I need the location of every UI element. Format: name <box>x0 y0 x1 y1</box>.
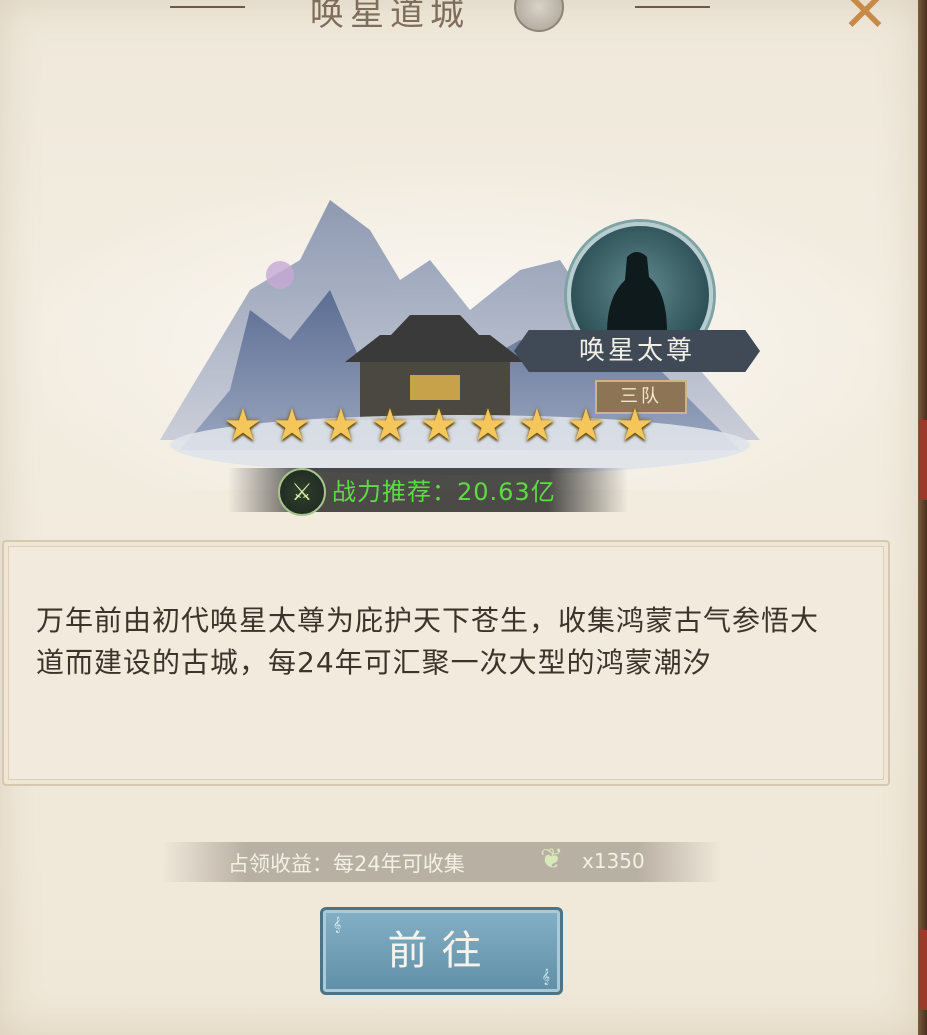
star-icon: ★ <box>370 400 410 451</box>
star-icon: ★ <box>517 400 557 451</box>
go-button-label: 前往 <box>387 928 496 974</box>
reward-amount: x1350 <box>582 849 645 873</box>
title-ornament-right <box>635 6 710 8</box>
edge-decoration <box>919 420 927 500</box>
title-emblem-icon <box>514 0 564 32</box>
reward-label: 占领收益：每24年可收集 <box>228 852 465 876</box>
close-button[interactable]: ✕ <box>835 0 895 41</box>
background-edge <box>918 0 927 1035</box>
star-icon: ★ <box>223 400 263 451</box>
herb-leaf-icon: ❦ <box>540 842 564 875</box>
description-text: 万年前由初代唤星太尊为庇护天下苍生，收集鸿蒙古气参悟大道而建设的古城，每24年可… <box>36 604 820 679</box>
dialog-title: 唤星道城 <box>310 0 470 34</box>
power-recommend-text: 战力推荐：20.63亿 <box>332 478 556 506</box>
star-icon: ★ <box>468 400 508 451</box>
city-scene: 唤星太尊 三队 <box>0 110 918 530</box>
dialog-header: 唤星道城 ✕ <box>0 0 918 41</box>
temple-window <box>410 375 460 400</box>
star-icon: ★ <box>419 400 459 451</box>
mountain-city-illustration <box>160 200 760 475</box>
star-rating: ★ ★ ★ ★ ★ ★ ★ ★ ★ <box>220 404 660 448</box>
blossom <box>266 261 294 289</box>
edge-decoration <box>919 930 927 1010</box>
button-ornament: 𝄞 <box>541 969 550 985</box>
star-icon: ★ <box>615 400 655 451</box>
star-icon: ★ <box>321 400 361 451</box>
title-ornament-left <box>170 6 245 8</box>
star-icon: ★ <box>566 400 606 451</box>
button-ornament: 𝄞 <box>333 917 342 933</box>
close-x-icon: ✕ <box>841 0 889 45</box>
go-button[interactable]: 𝄞 前往 𝄞 <box>320 907 563 995</box>
star-icon: ★ <box>272 400 312 451</box>
sword-icon: ⚔ <box>278 468 326 516</box>
boss-name-plate: 唤星太尊 <box>514 330 760 372</box>
